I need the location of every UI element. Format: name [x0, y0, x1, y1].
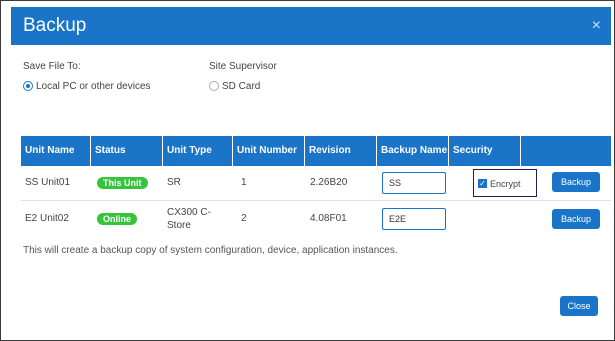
col-unit-type: Unit Type: [163, 136, 233, 166]
local-pc-label[interactable]: Local PC or other devices: [36, 81, 151, 92]
col-security: Security: [449, 136, 521, 166]
unit-type-cell: SR: [167, 177, 181, 188]
table-row: E2 Unit02 Online CX300 C-Store 2 4.08F01…: [21, 200, 611, 234]
dialog-body: Save File To: Local PC or other devices …: [11, 45, 611, 339]
col-unit-name: Unit Name: [21, 136, 91, 166]
save-file-to-label: Save File To:: [23, 61, 81, 72]
close-icon[interactable]: ×: [592, 17, 601, 35]
security-box: ✓ Encrypt: [473, 169, 537, 197]
backup-name-input[interactable]: E2E: [382, 208, 446, 230]
col-action: [521, 136, 611, 166]
sd-card-label[interactable]: SD Card: [222, 81, 260, 92]
table-header: Unit Name Status Unit Type Unit Number R…: [21, 136, 611, 166]
backup-button[interactable]: Backup: [552, 172, 600, 192]
dialog-titlebar: Backup ×: [11, 7, 611, 45]
info-note: This will create a backup copy of system…: [23, 245, 398, 256]
unit-name-cell: E2 Unit02: [25, 213, 69, 224]
col-revision: Revision: [305, 136, 377, 166]
table-row: SS Unit01 This Unit SR 1 2.26B20 SS ✓ En…: [21, 166, 611, 201]
encrypt-label: Encrypt: [490, 179, 521, 189]
dialog-frame: Backup × Save File To: Local PC or other…: [0, 0, 615, 341]
col-unit-number: Unit Number: [233, 136, 305, 166]
status-badge: This Unit: [97, 177, 148, 189]
unit-number-cell: 2: [241, 213, 247, 224]
unit-type-cell: CX300 C-Store: [167, 207, 211, 231]
revision-cell: 4.08F01: [310, 213, 347, 224]
backup-button[interactable]: Backup: [552, 209, 600, 229]
status-badge: Online: [97, 213, 138, 225]
site-supervisor-label: Site Supervisor: [209, 61, 277, 72]
unit-name-cell: SS Unit01: [25, 177, 71, 188]
encrypt-checkbox[interactable]: ✓: [478, 179, 487, 188]
dialog-title: Backup: [23, 15, 87, 36]
col-status: Status: [91, 136, 163, 166]
local-pc-radio[interactable]: [23, 81, 33, 91]
col-backup-name: Backup Name: [377, 136, 449, 166]
revision-cell: 2.26B20: [310, 177, 348, 188]
unit-number-cell: 1: [241, 177, 247, 188]
backup-name-input[interactable]: SS: [382, 172, 446, 194]
sd-card-radio[interactable]: [209, 81, 219, 91]
close-button[interactable]: Close: [560, 296, 598, 316]
